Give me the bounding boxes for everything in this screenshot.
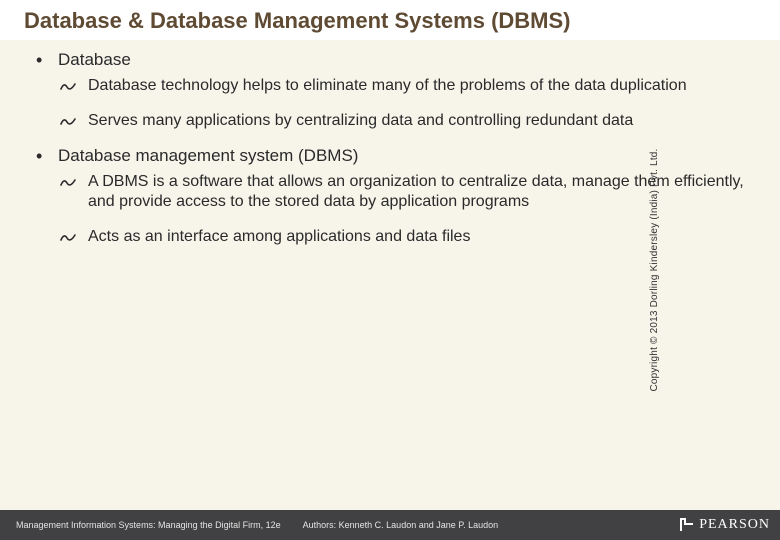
wave-icon bbox=[60, 114, 76, 130]
bullet-item: Database management system (DBMS) A DBMS… bbox=[30, 146, 744, 248]
sub-bullet-text: Database technology helps to eliminate m… bbox=[88, 77, 687, 94]
sub-bullet-item: Acts as an interface among applications … bbox=[58, 227, 744, 248]
bullet-list: Database Database technology helps to el… bbox=[30, 50, 744, 248]
footer-book: Management Information Systems: Managing… bbox=[16, 520, 281, 530]
pearson-brand-text: PEARSON bbox=[699, 517, 770, 533]
copyright-text: Copyright © 2013 Dorling Kindersley (Ind… bbox=[649, 148, 660, 391]
wave-icon bbox=[60, 230, 76, 246]
sub-bullet-text: Acts as an interface among applications … bbox=[88, 228, 470, 245]
slide-body: Database Database technology helps to el… bbox=[0, 40, 780, 248]
footer-left: Management Information Systems: Managing… bbox=[16, 520, 498, 530]
pearson-logo: PEARSON bbox=[679, 517, 770, 533]
sub-bullet-item: A DBMS is a software that allows an orga… bbox=[58, 172, 744, 214]
pearson-mark-icon bbox=[679, 517, 695, 533]
footer-bar: Management Information Systems: Managing… bbox=[0, 510, 780, 540]
sub-bullet-list: Database technology helps to eliminate m… bbox=[58, 76, 744, 132]
sub-bullet-text: Serves many applications by centralizing… bbox=[88, 112, 633, 129]
slide: Database & Database Management Systems (… bbox=[0, 0, 780, 540]
footer-authors: Authors: Kenneth C. Laudon and Jane P. L… bbox=[303, 520, 499, 530]
sub-bullet-list: A DBMS is a software that allows an orga… bbox=[58, 172, 744, 248]
wave-icon bbox=[60, 79, 76, 95]
wave-icon bbox=[60, 175, 76, 191]
bullet-item: Database Database technology helps to el… bbox=[30, 50, 744, 132]
sub-bullet-item: Database technology helps to eliminate m… bbox=[58, 76, 744, 97]
sub-bullet-item: Serves many applications by centralizing… bbox=[58, 111, 744, 132]
bullet-label: Database bbox=[58, 50, 131, 69]
sub-bullet-text: A DBMS is a software that allows an orga… bbox=[88, 173, 744, 211]
slide-title: Database & Database Management Systems (… bbox=[0, 0, 780, 40]
bullet-label: Database management system (DBMS) bbox=[58, 146, 358, 165]
